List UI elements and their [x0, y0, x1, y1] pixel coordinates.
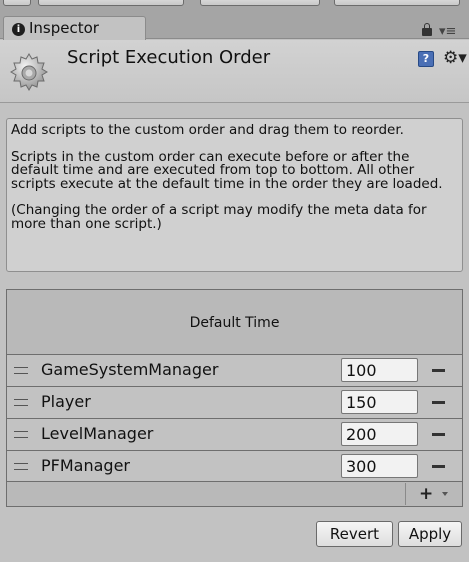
toolbar-button[interactable] — [200, 0, 320, 6]
execution-order-field[interactable] — [341, 390, 418, 414]
drag-handle-icon[interactable] — [14, 399, 28, 406]
remove-script-button[interactable] — [432, 433, 445, 436]
settings-gear-icon[interactable]: ⚙▾ — [443, 48, 467, 68]
inspector-header: Script Execution Order ? ⚙▾ — [0, 40, 469, 103]
add-script-button[interactable]: + — [405, 483, 461, 505]
remove-script-button[interactable] — [432, 465, 445, 468]
toolbar-button[interactable] — [334, 0, 460, 6]
execution-order-field[interactable] — [341, 358, 418, 382]
toolbar-button[interactable] — [38, 0, 184, 6]
top-strip — [0, 0, 469, 12]
default-time-header: Default Time — [6, 289, 463, 355]
help-box: Add scripts to the custom order and drag… — [6, 118, 463, 272]
tab-inspector[interactable]: i Inspector — [3, 16, 146, 40]
script-name: PFManager — [41, 456, 130, 475]
apply-button[interactable]: Apply — [398, 521, 462, 547]
list-item[interactable]: Player — [7, 387, 462, 419]
toolbar-button[interactable] — [3, 0, 31, 6]
arrow-down-icon — [442, 492, 448, 496]
info-icon: i — [12, 23, 25, 36]
help-text: (Changing the order of a script may modi… — [11, 202, 427, 232]
list-footer: + — [6, 481, 463, 507]
script-name: Player — [41, 392, 91, 411]
list-item[interactable]: GameSystemManager — [7, 355, 462, 387]
help-icon[interactable]: ? — [418, 51, 434, 67]
gear-icon — [10, 53, 48, 91]
lock-icon[interactable] — [422, 23, 432, 36]
page-title: Script Execution Order — [67, 47, 271, 68]
help-text: Scripts in the custom order can execute … — [11, 148, 443, 192]
remove-script-button[interactable] — [432, 401, 445, 404]
add-label: + — [419, 484, 434, 504]
revert-button[interactable]: Revert — [316, 521, 393, 547]
drag-handle-icon[interactable] — [14, 463, 28, 470]
tab-label: Inspector — [29, 19, 99, 37]
tab-menu-icon[interactable]: ▾≡ — [439, 25, 456, 38]
script-name: LevelManager — [41, 424, 154, 443]
script-name: GameSystemManager — [41, 360, 219, 379]
list-item[interactable]: PFManager — [7, 451, 462, 483]
remove-script-button[interactable] — [432, 369, 445, 372]
execution-order-field[interactable] — [341, 454, 418, 478]
execution-order-field[interactable] — [341, 422, 418, 446]
help-text: Add scripts to the custom order and drag… — [11, 122, 404, 138]
script-order-list: GameSystemManager Player LevelManager PF… — [6, 355, 463, 483]
list-item[interactable]: LevelManager — [7, 419, 462, 451]
tab-bar: i Inspector ▾≡ — [0, 12, 469, 40]
drag-handle-icon[interactable] — [14, 367, 28, 374]
drag-handle-icon[interactable] — [14, 431, 28, 438]
